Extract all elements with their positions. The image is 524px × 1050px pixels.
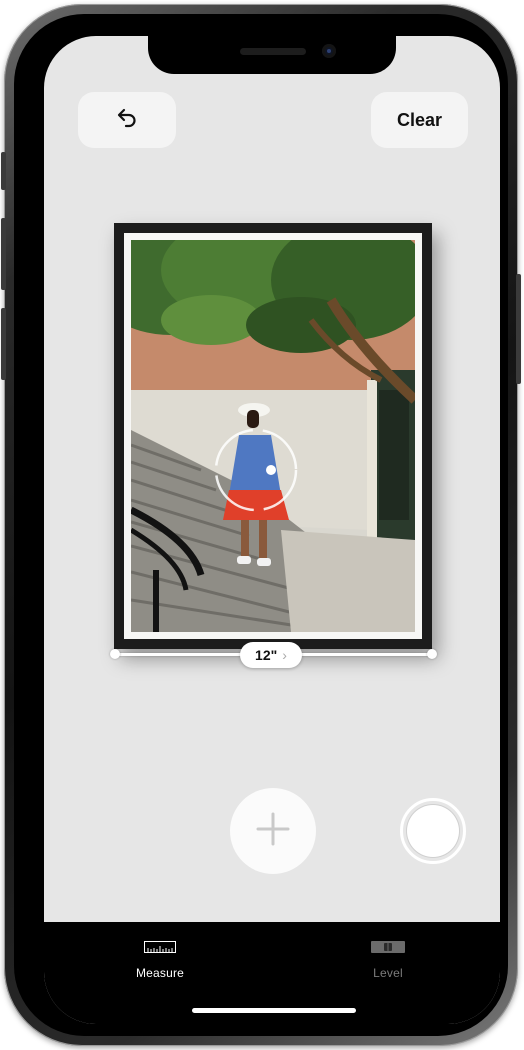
framed-photo [131,240,415,632]
measured-picture-frame [114,223,432,649]
measurement-label[interactable]: 12" › [240,642,302,668]
measurement-end-point[interactable] [427,649,437,659]
shutter-icon [407,805,459,857]
picture-mat [124,233,422,639]
home-indicator[interactable] [192,1008,356,1013]
measure-app-screen: Clear 12" › Measure Level [44,36,500,1024]
tab-bar: Measure Level [44,922,500,1024]
tab-level-label: Level [373,966,403,980]
phone-device-frame: Clear 12" › Measure Level [1,4,521,1046]
capture-button[interactable] [400,798,466,864]
tab-measure-label: Measure [135,966,185,980]
tab-level[interactable]: Level [328,940,448,980]
plus-icon [254,810,292,853]
add-point-button[interactable] [230,788,316,874]
clear-button-label: Clear [396,109,443,130]
ruler-icon [144,940,176,958]
clear-button[interactable]: Clear [371,92,468,148]
undo-arrow-icon [116,107,138,134]
level-icon [371,940,405,958]
volume-up-button [1,218,6,290]
tab-measure[interactable]: Measure [100,940,220,980]
side-button [516,274,521,384]
measurement-start-point[interactable] [110,649,120,659]
volume-down-button [1,308,6,380]
undo-button[interactable] [78,92,176,148]
measurement-value: 12" [255,647,278,663]
notch [148,36,396,74]
front-camera [322,44,336,58]
silent-switch [1,152,6,190]
chevron-right-icon: › [282,647,287,663]
earpiece-speaker [240,48,306,55]
